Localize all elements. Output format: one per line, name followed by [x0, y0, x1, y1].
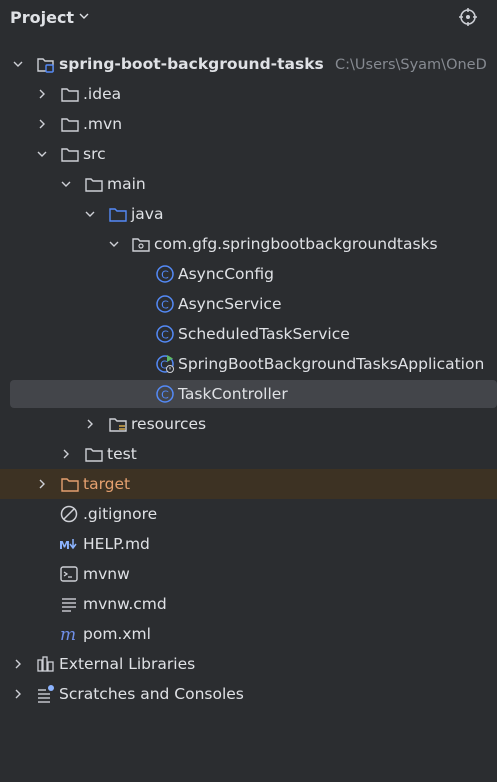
tree-item-label: ScheduledTaskService — [178, 325, 350, 343]
tree-item-label: main — [107, 175, 146, 193]
tree-item-mvnw[interactable]: mvnw — [0, 559, 497, 589]
tree-item-label: test — [107, 445, 137, 463]
project-panel-header: Project — [0, 0, 497, 36]
tree-item-label: src — [83, 145, 106, 163]
resources-folder-icon — [109, 418, 127, 432]
tree-item-label: Scratches and Consoles — [59, 685, 244, 703]
tree-item-scheduled-task-service[interactable]: C ScheduledTaskService — [0, 319, 497, 349]
tree-item-label: External Libraries — [59, 655, 196, 673]
svg-text:C: C — [161, 269, 169, 282]
markdown-icon: M — [59, 539, 77, 552]
tree-item-target[interactable]: target — [0, 469, 497, 499]
class-icon: C — [156, 385, 174, 403]
tree-item-scratches[interactable]: Scratches and Consoles — [0, 679, 497, 709]
tree-item-idea[interactable]: .idea — [0, 79, 497, 109]
svg-text:m: m — [60, 625, 76, 644]
tree-item-package[interactable]: com.gfg.springbootbackgroundtasks — [0, 229, 497, 259]
chevron-down-icon[interactable] — [36, 148, 48, 160]
tree-item-label: SpringBootBackgroundTasksApplication — [178, 355, 485, 373]
class-icon: C — [156, 265, 174, 283]
ignore-file-icon — [60, 505, 78, 523]
tree-item-label: AsyncService — [178, 295, 282, 313]
tree-item-label: target — [83, 475, 131, 493]
chevron-right-icon[interactable] — [36, 118, 48, 130]
terminal-icon — [60, 566, 78, 582]
tree-item-label: .mvn — [83, 115, 123, 133]
tree-item-resources[interactable]: resources — [0, 409, 497, 439]
panel-title[interactable]: Project — [10, 8, 74, 27]
folder-icon — [85, 448, 103, 462]
tree-item-label: .idea — [83, 85, 122, 103]
chevron-down-icon[interactable] — [78, 10, 90, 22]
chevron-down-icon[interactable] — [12, 58, 24, 70]
tree-item-mvnw-cmd[interactable]: mvnw.cmd — [0, 589, 497, 619]
chevron-right-icon[interactable] — [84, 418, 96, 430]
chevron-right-icon[interactable] — [12, 688, 24, 700]
tree-item-mvn[interactable]: .mvn — [0, 109, 497, 139]
chevron-right-icon[interactable] — [36, 88, 48, 100]
tree-item-label: HELP.md — [83, 535, 150, 553]
tree-item-help-md[interactable]: M HELP.md — [0, 529, 497, 559]
tree-item-src[interactable]: src — [0, 139, 497, 169]
tree-item-root-module[interactable]: spring-boot-background-tasks C:\Users\Sy… — [0, 49, 497, 79]
chevron-down-icon[interactable] — [60, 178, 72, 190]
tree-item-task-controller[interactable]: C TaskController — [0, 379, 497, 409]
spring-app-icon: C — [156, 355, 174, 373]
tree-item-test[interactable]: test — [0, 439, 497, 469]
chevron-down-icon[interactable] — [84, 208, 96, 220]
chevron-right-icon[interactable] — [60, 448, 72, 460]
svg-text:C: C — [161, 299, 169, 312]
maven-icon: m — [60, 625, 76, 644]
locate-icon[interactable] — [458, 7, 478, 27]
folder-icon — [61, 118, 79, 132]
tree-item-label: com.gfg.springbootbackgroundtasks — [154, 235, 438, 253]
tree-item-label: spring-boot-background-tasks — [59, 55, 324, 73]
chevron-right-icon[interactable] — [12, 658, 24, 670]
tree-item-java[interactable]: java — [0, 199, 497, 229]
tree-item-label: java — [131, 205, 164, 223]
tree-item-pom-xml[interactable]: m pom.xml — [0, 619, 497, 649]
chevron-down-icon[interactable] — [108, 238, 120, 250]
tree-item-gitignore[interactable]: .gitignore — [0, 499, 497, 529]
libraries-icon — [37, 656, 54, 672]
folder-icon — [85, 178, 103, 192]
scratches-icon — [38, 685, 54, 703]
tree-item-label: resources — [131, 415, 207, 433]
tree-item-async-service[interactable]: C AsyncService — [0, 289, 497, 319]
module-icon — [37, 58, 54, 73]
tree-item-label: TaskController — [178, 385, 288, 403]
package-icon — [132, 238, 150, 252]
svg-text:C: C — [161, 329, 169, 342]
tree-item-external-libraries[interactable]: External Libraries — [0, 649, 497, 679]
class-icon: C — [156, 325, 174, 343]
tree-item-label: .gitignore — [83, 505, 158, 523]
svg-text:C: C — [161, 389, 169, 402]
tree-item-label: mvnw.cmd — [83, 595, 167, 613]
excluded-folder-icon — [61, 478, 79, 492]
source-folder-icon — [109, 208, 127, 222]
tree-item-async-config[interactable]: C AsyncConfig — [0, 259, 497, 289]
svg-text:M: M — [59, 539, 70, 552]
tree-item-label: pom.xml — [83, 625, 151, 643]
text-file-icon — [62, 598, 76, 612]
tree-item-label: AsyncConfig — [178, 265, 274, 283]
class-icon: C — [156, 295, 174, 313]
tree-item-label: mvnw — [83, 565, 130, 583]
tree-item-main[interactable]: main — [0, 169, 497, 199]
folder-icon — [61, 148, 79, 162]
chevron-right-icon[interactable] — [36, 478, 48, 490]
tree-item-application[interactable]: C SpringBootBackgroundTasksApplication — [0, 349, 497, 379]
module-path: C:\Users\Syam\OneD — [335, 57, 487, 73]
folder-icon — [61, 88, 79, 102]
